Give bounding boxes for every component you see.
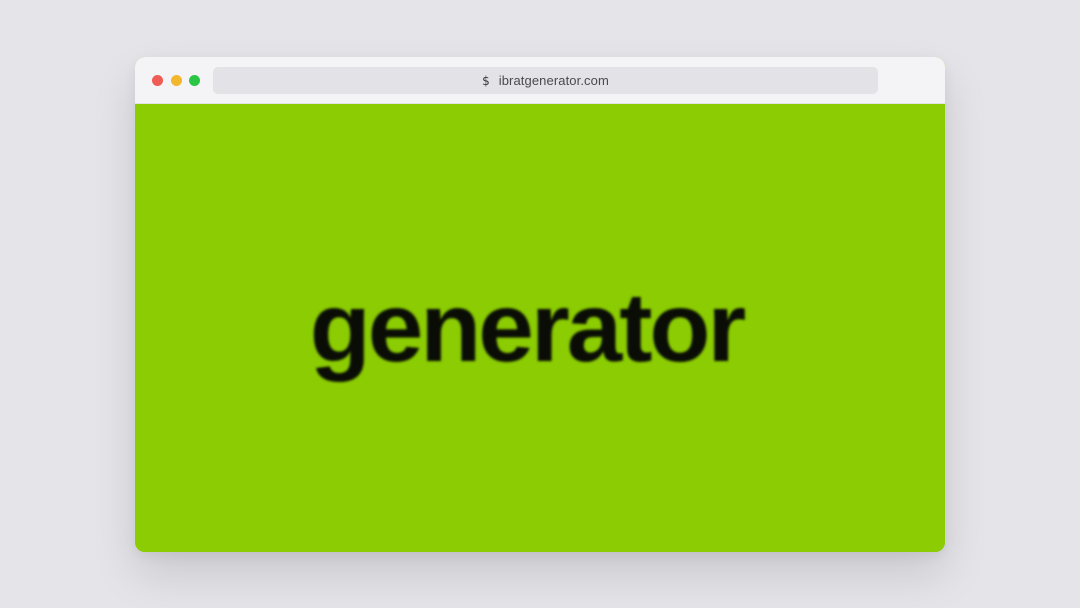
generator-wordmark: generator: [310, 272, 747, 382]
browser-window: $ ibratgenerator.com generator: [135, 57, 945, 552]
close-window-button[interactable]: [152, 75, 163, 86]
address-bar[interactable]: $ ibratgenerator.com: [213, 67, 878, 94]
browser-titlebar: $ ibratgenerator.com: [135, 57, 945, 104]
maximize-window-button[interactable]: [189, 75, 200, 86]
minimize-window-button[interactable]: [171, 75, 182, 86]
page-content: generator: [135, 104, 945, 552]
dollar-sign-icon: $: [482, 73, 490, 88]
address-url[interactable]: ibratgenerator.com: [499, 73, 609, 88]
